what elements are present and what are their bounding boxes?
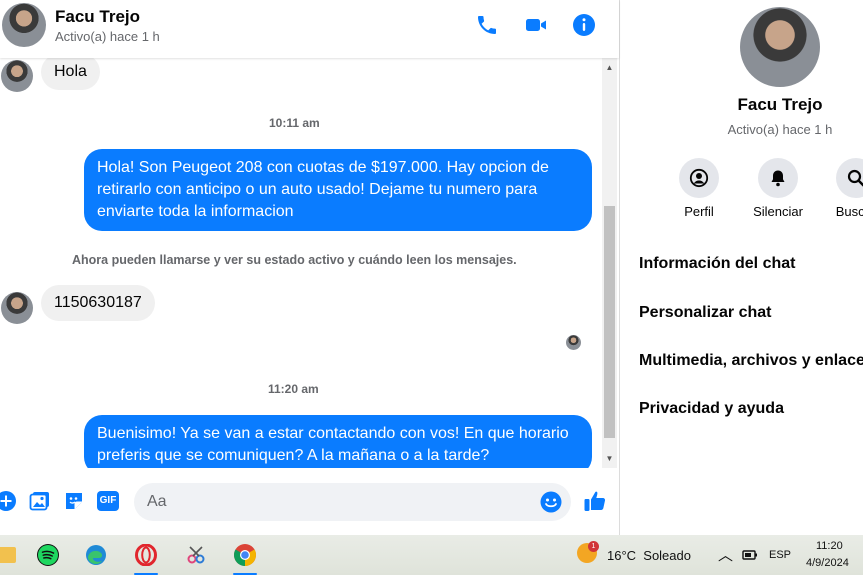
- search-label: Buscar: [835, 204, 863, 219]
- network-icon[interactable]: [736, 540, 766, 570]
- message-line: Hola! Son Peugeot 208 con cuotas de $197…: [97, 159, 549, 176]
- emoji-icon[interactable]: [540, 491, 562, 513]
- profile-avatar[interactable]: [740, 7, 820, 87]
- opera-icon[interactable]: [131, 540, 161, 575]
- sender-avatar[interactable]: [1, 292, 33, 324]
- message-line: Buenisimo! Ya se van a estar contactando…: [97, 425, 569, 442]
- clock-time[interactable]: 11:20: [816, 540, 843, 552]
- message-list: Hola 10:11 am Hola! Son Peugeot 208 con …: [0, 58, 602, 468]
- clock-date[interactable]: 4/9/2024: [806, 557, 849, 569]
- search-button[interactable]: Buscar: [816, 158, 863, 219]
- scroll-up-arrow-icon[interactable]: ▲: [602, 60, 617, 75]
- seen-receipt-avatar: [566, 335, 581, 350]
- message-line: enviarte toda la informacion: [97, 203, 294, 220]
- system-notice: Ahora pueden llamarse y ver su estado ac…: [72, 253, 517, 267]
- profile-status: Activo(a) hace 1 h: [727, 122, 833, 137]
- contact-name[interactable]: Facu Trejo: [55, 7, 140, 27]
- chevron-up-icon[interactable]: ︿: [718, 544, 733, 565]
- timestamp: 10:11 am: [269, 116, 320, 130]
- photo-icon[interactable]: [29, 490, 51, 512]
- profile-name: Facu Trejo: [737, 95, 823, 114]
- timestamp: 11:20 am: [268, 382, 319, 396]
- mute-label: Silenciar: [753, 204, 803, 219]
- notification-badge: 1: [588, 541, 599, 552]
- plus-icon[interactable]: [0, 490, 17, 512]
- message-line: preferis que se comuniquen? A la mañana …: [97, 447, 490, 464]
- snipping-tool-icon[interactable]: [181, 540, 211, 570]
- sender-avatar[interactable]: [1, 60, 33, 92]
- menu-customize-chat[interactable]: Personalizar chat: [639, 304, 772, 322]
- sticker-icon[interactable]: [63, 490, 85, 512]
- video-call-icon[interactable]: [524, 13, 548, 37]
- message-scrollbar[interactable]: ▲ ▼: [602, 58, 617, 468]
- profile-icon: [679, 158, 719, 198]
- bell-icon: [758, 158, 798, 198]
- menu-media-files-links[interactable]: Multimedia, archivos y enlaces: [639, 352, 863, 370]
- mute-button[interactable]: Silenciar: [738, 158, 818, 219]
- spotify-icon[interactable]: [33, 540, 63, 570]
- incoming-message[interactable]: 1150630187: [41, 285, 155, 321]
- message-line: retirarlo con anticipo o un auto usado! …: [97, 181, 538, 198]
- outgoing-message[interactable]: Hola! Son Peugeot 208 con cuotas de $197…: [84, 149, 592, 231]
- menu-chat-info[interactable]: Información del chat: [639, 255, 795, 273]
- composer-bar: GIF: [0, 468, 619, 535]
- search-icon: [836, 158, 863, 198]
- taskbar: 1 16°C Soleado ︿ ESP 11:20 4/9/2024: [0, 535, 863, 575]
- phone-icon[interactable]: [475, 13, 499, 37]
- contact-avatar[interactable]: [2, 3, 46, 47]
- language-indicator[interactable]: ESP: [769, 549, 791, 561]
- scrollbar-thumb[interactable]: [604, 206, 615, 438]
- like-thumbs-up-icon[interactable]: [583, 489, 607, 513]
- info-icon[interactable]: [572, 13, 596, 37]
- chat-info-panel: Facu Trejo Activo(a) hace 1 h Perfil Sil…: [619, 0, 863, 535]
- incoming-message[interactable]: Hola: [41, 58, 100, 90]
- profile-button[interactable]: Perfil: [659, 158, 739, 219]
- scroll-down-arrow-icon[interactable]: ▼: [602, 451, 617, 466]
- chrome-icon[interactable]: [230, 540, 260, 575]
- chat-header: Facu Trejo Activo(a) hace 1 h: [0, 0, 619, 58]
- edge-icon[interactable]: [81, 540, 111, 570]
- message-input[interactable]: [134, 483, 571, 521]
- gif-icon[interactable]: GIF: [97, 491, 119, 511]
- messenger-window: Facu Trejo Activo(a) hace 1 h Hola 10:11…: [0, 0, 863, 575]
- menu-privacy-help[interactable]: Privacidad y ayuda: [639, 400, 784, 418]
- profile-label: Perfil: [684, 204, 714, 219]
- chat-pane: Facu Trejo Activo(a) hace 1 h Hola 10:11…: [0, 0, 619, 535]
- contact-status: Activo(a) hace 1 h: [55, 29, 160, 44]
- file-explorer-icon[interactable]: [0, 540, 21, 570]
- weather-text[interactable]: 16°C Soleado: [607, 548, 691, 563]
- outgoing-message[interactable]: Buenisimo! Ya se van a estar contactando…: [84, 415, 592, 468]
